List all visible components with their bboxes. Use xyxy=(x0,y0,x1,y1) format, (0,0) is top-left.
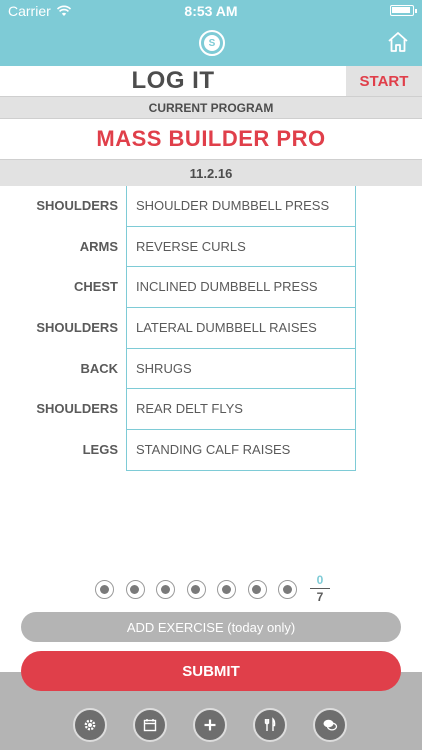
progress-counter: 0 7 xyxy=(310,573,330,604)
progress-dot[interactable] xyxy=(156,580,175,599)
exercise-list: SHOULDERS SHOULDER DUMBBELL PRESS ARMS R… xyxy=(0,186,422,471)
app-logo-icon[interactable]: S xyxy=(199,30,225,56)
chat-icon xyxy=(323,719,338,731)
exercise-category: CHEST xyxy=(73,279,118,295)
exercise-row[interactable]: BACK SHRUGS xyxy=(0,348,422,390)
start-button[interactable]: START xyxy=(346,66,422,96)
status-bar: Carrier 8:53 AM xyxy=(0,0,422,22)
submit-button[interactable]: SUBMIT xyxy=(21,651,401,691)
add-exercise-button[interactable]: ADD EXERCISE (today only) xyxy=(21,612,401,642)
page-title: LOG IT xyxy=(0,66,346,96)
progress-dot[interactable] xyxy=(95,580,114,599)
plus-icon xyxy=(204,719,216,731)
app-header: Carrier 8:53 AM S xyxy=(0,0,422,66)
exercise-category: BACK xyxy=(80,360,118,376)
fork-knife-icon xyxy=(264,717,276,731)
exercise-category: SHOULDERS xyxy=(36,401,118,417)
progress-completed: 0 xyxy=(316,573,324,587)
exercise-name[interactable]: REVERSE CURLS xyxy=(126,226,356,268)
exercise-name[interactable]: SHOULDER DUMBBELL PRESS xyxy=(126,186,356,227)
exercise-row[interactable]: SHOULDERS LATERAL DUMBBELL RAISES xyxy=(0,308,422,349)
program-date: 11.2.16 xyxy=(0,160,422,186)
progress-total: 7 xyxy=(316,590,324,604)
fraction-divider xyxy=(310,588,330,589)
exercise-category: SHOULDERS xyxy=(36,320,118,336)
calendar-icon xyxy=(143,719,157,732)
progress-dot[interactable] xyxy=(278,580,297,599)
exercise-row[interactable]: SHOULDERS SHOULDER DUMBBELL PRESS xyxy=(0,186,422,227)
nutrition-button[interactable] xyxy=(253,708,287,742)
progress-dots xyxy=(95,580,297,599)
settings-button[interactable] xyxy=(73,708,107,742)
messages-button[interactable] xyxy=(313,708,347,742)
exercise-category: SHOULDERS xyxy=(36,198,118,213)
progress-dot[interactable] xyxy=(217,580,236,599)
current-program-label: CURRENT PROGRAM xyxy=(0,96,422,118)
exercise-name[interactable]: LATERAL DUMBBELL RAISES xyxy=(126,308,356,349)
exercise-row[interactable]: CHEST INCLINED DUMBBELL PRESS xyxy=(0,267,422,309)
calendar-button[interactable] xyxy=(133,708,167,742)
status-time: 8:53 AM xyxy=(184,3,238,19)
logo-letter: S xyxy=(204,35,220,51)
logit-row: LOG IT START xyxy=(0,66,422,96)
home-icon[interactable] xyxy=(386,30,410,54)
exercise-name[interactable]: SHRUGS xyxy=(126,348,356,390)
exercise-row[interactable]: LEGS STANDING CALF RAISES xyxy=(0,430,422,471)
battery-icon xyxy=(390,5,417,16)
exercise-name[interactable]: STANDING CALF RAISES xyxy=(126,430,356,471)
add-button[interactable] xyxy=(193,708,227,742)
exercise-name[interactable]: REAR DELT FLYS xyxy=(126,389,356,431)
progress-dot[interactable] xyxy=(247,580,267,599)
progress-dot[interactable] xyxy=(186,580,206,599)
exercise-row[interactable]: SHOULDERS REAR DELT FLYS xyxy=(0,389,422,431)
exercise-name[interactable]: INCLINED DUMBBELL PRESS xyxy=(126,267,356,309)
exercise-category: LEGS xyxy=(82,442,118,458)
program-name: MASS BUILDER PRO xyxy=(0,118,422,160)
gear-icon xyxy=(84,719,96,731)
exercise-category: ARMS xyxy=(79,238,118,254)
progress-dot[interactable] xyxy=(125,580,145,599)
exercise-row[interactable]: ARMS REVERSE CURLS xyxy=(0,226,422,268)
